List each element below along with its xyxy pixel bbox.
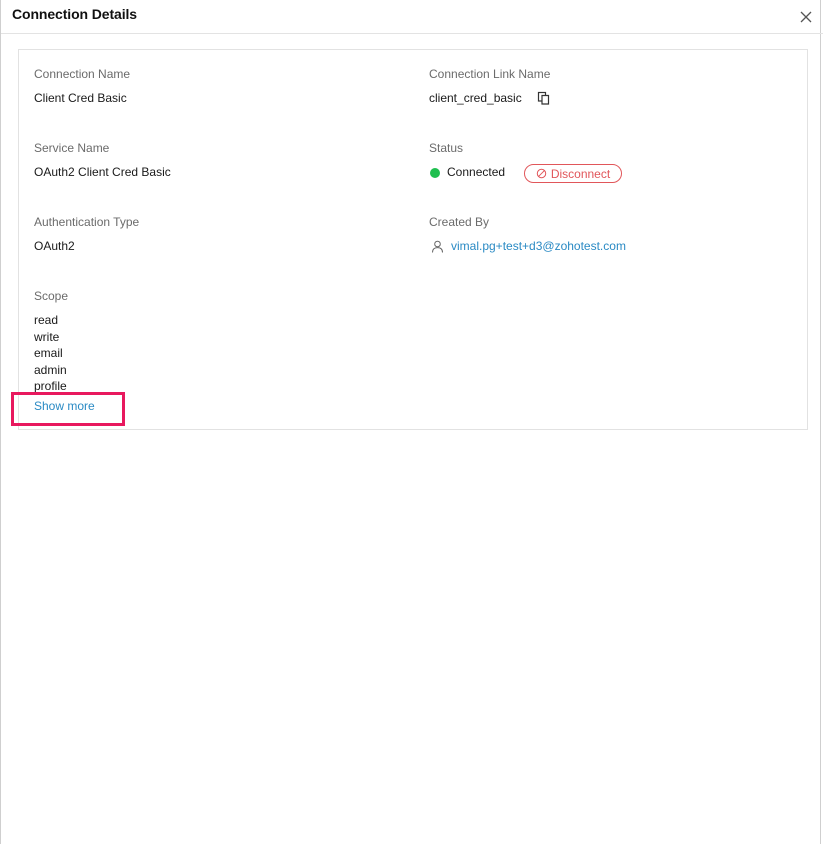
details-card: Connection Name Client Cred Basic Connec… — [18, 49, 808, 430]
user-icon — [432, 240, 443, 253]
close-icon[interactable] — [797, 8, 815, 26]
connection-name-label: Connection Name — [34, 67, 131, 81]
service-name-label: Service Name — [34, 141, 110, 155]
status-label: Status — [429, 141, 464, 155]
status-dot — [430, 168, 440, 178]
connection-link-label: Connection Link Name — [429, 67, 551, 81]
connection-name-value: Client Cred Basic — [34, 91, 127, 105]
scope-list: read write email admin profile — [34, 312, 67, 395]
created-by-email-link[interactable]: vimal.pg+test+d3@zohotest.com — [451, 239, 626, 253]
disconnect-label: Disconnect — [550, 166, 611, 181]
copy-icon[interactable] — [537, 91, 551, 105]
scope-item: read — [34, 313, 59, 327]
highlight-box — [11, 392, 125, 426]
disconnect-button[interactable]: Disconnect — [524, 164, 622, 183]
auth-type-value: OAuth2 — [34, 239, 75, 253]
scope-item: write — [34, 329, 60, 344]
dialog-title: Connection Details — [12, 6, 137, 22]
connection-link-value: client_cred_basic — [429, 91, 522, 105]
scope-label: Scope — [34, 289, 69, 303]
connection-details-dialog: Connection Details Connection Name Clien… — [0, 0, 823, 844]
auth-type-label: Authentication Type — [34, 215, 140, 229]
created-by-label: Created By — [429, 215, 490, 229]
dialog-header: Connection Details — [1, 0, 823, 34]
status-value: Connected — [447, 165, 506, 179]
scope-item: email — [34, 346, 63, 360]
ban-icon — [536, 168, 547, 179]
service-name-value: OAuth2 Client Cred Basic — [34, 165, 171, 179]
scope-item: admin — [34, 362, 67, 377]
